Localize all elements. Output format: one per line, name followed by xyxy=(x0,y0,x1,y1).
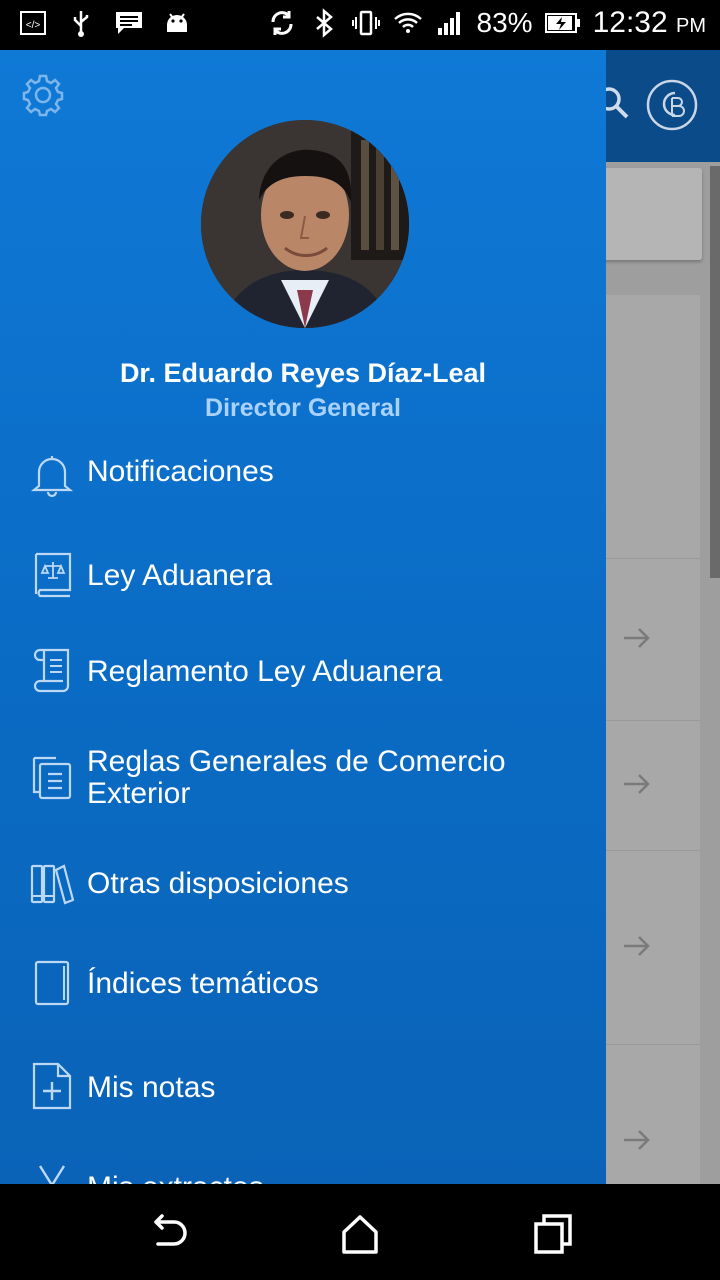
scissors-icon xyxy=(38,1165,66,1184)
sync-icon xyxy=(271,11,293,35)
scrollbar[interactable] xyxy=(710,166,720,578)
user-name: Dr. Eduardo Reyes Díaz-Leal xyxy=(119,358,487,388)
menu-item-label: Mis notas xyxy=(87,1071,216,1104)
menu-item-label: Notificaciones xyxy=(87,455,274,488)
law-book-icon xyxy=(34,552,72,598)
battery-percent: 83% xyxy=(476,7,533,38)
arrow-right-icon[interactable] xyxy=(622,626,652,650)
bell-icon xyxy=(30,456,74,498)
menu-item-label: Reglas Generales de Comercio Exterior xyxy=(87,745,506,810)
menu-item-otras-disposiciones[interactable]: Otras disposiciones xyxy=(0,858,606,910)
menu-item-label: Índices temáticos xyxy=(87,967,319,1000)
books-icon xyxy=(30,864,74,905)
arrow-right-icon[interactable] xyxy=(622,1128,652,1152)
arrow-right-icon[interactable] xyxy=(622,772,652,796)
menu-item-label: Ley Aduanera xyxy=(87,559,273,592)
menu-item-ley-aduanera[interactable]: Ley Aduanera xyxy=(0,550,606,602)
avatar[interactable] xyxy=(201,120,409,328)
menu-item-notificaciones[interactable]: Notificaciones xyxy=(0,448,606,500)
documents-icon xyxy=(32,756,72,800)
menu-item-mis-notas[interactable]: Mis notas xyxy=(0,1062,606,1114)
menu-item-indices-tematicos[interactable]: Índices temáticos xyxy=(0,958,606,1010)
battery-charging-icon xyxy=(544,13,580,33)
profile-photo xyxy=(201,120,409,328)
back-icon[interactable] xyxy=(146,1212,190,1256)
menu-item-reglamento-ley-aduanera[interactable]: Reglamento Ley Aduanera xyxy=(0,646,606,698)
recent-apps-icon[interactable] xyxy=(530,1212,574,1256)
user-role: Director General xyxy=(205,394,401,422)
clock-time: 12:32 xyxy=(592,6,668,39)
bluetooth-icon xyxy=(315,8,333,38)
clock: 12:32 PM xyxy=(593,6,706,40)
navigation-drawer: Dr. Eduardo Reyes Díaz-Leal Director Gen… xyxy=(0,50,606,1184)
home-icon[interactable] xyxy=(338,1212,382,1256)
usb-icon xyxy=(73,11,89,37)
menu-item-label: Reglamento Ley Aduanera xyxy=(87,655,443,688)
signal-icon xyxy=(437,12,460,35)
wifi-icon xyxy=(393,12,422,33)
clock-ampm: PM xyxy=(676,15,706,37)
status-bar: </> 83% 12:32 PM xyxy=(0,0,720,50)
logo-icon[interactable] xyxy=(645,78,699,132)
scroll-icon xyxy=(33,648,70,693)
svg-text:</>: </> xyxy=(26,20,41,31)
android-icon xyxy=(167,13,187,32)
menu-item-label: Otras disposiciones xyxy=(87,867,349,900)
message-icon xyxy=(116,12,142,34)
vibrate-icon xyxy=(351,10,380,36)
arrow-right-icon[interactable] xyxy=(622,934,652,958)
system-nav-bar xyxy=(0,1184,720,1280)
menu-item-reglas-generales[interactable]: Reglas Generales de Comercio Exterior xyxy=(0,744,606,814)
gear-icon[interactable] xyxy=(20,72,66,118)
add-note-icon xyxy=(32,1062,72,1110)
code-icon: </> xyxy=(20,11,46,35)
menu-item-mis-extractos[interactable]: Mis extractos xyxy=(0,1162,606,1184)
notebook-icon xyxy=(34,960,70,1006)
menu-item-label: Mis extractos xyxy=(87,1172,587,1185)
